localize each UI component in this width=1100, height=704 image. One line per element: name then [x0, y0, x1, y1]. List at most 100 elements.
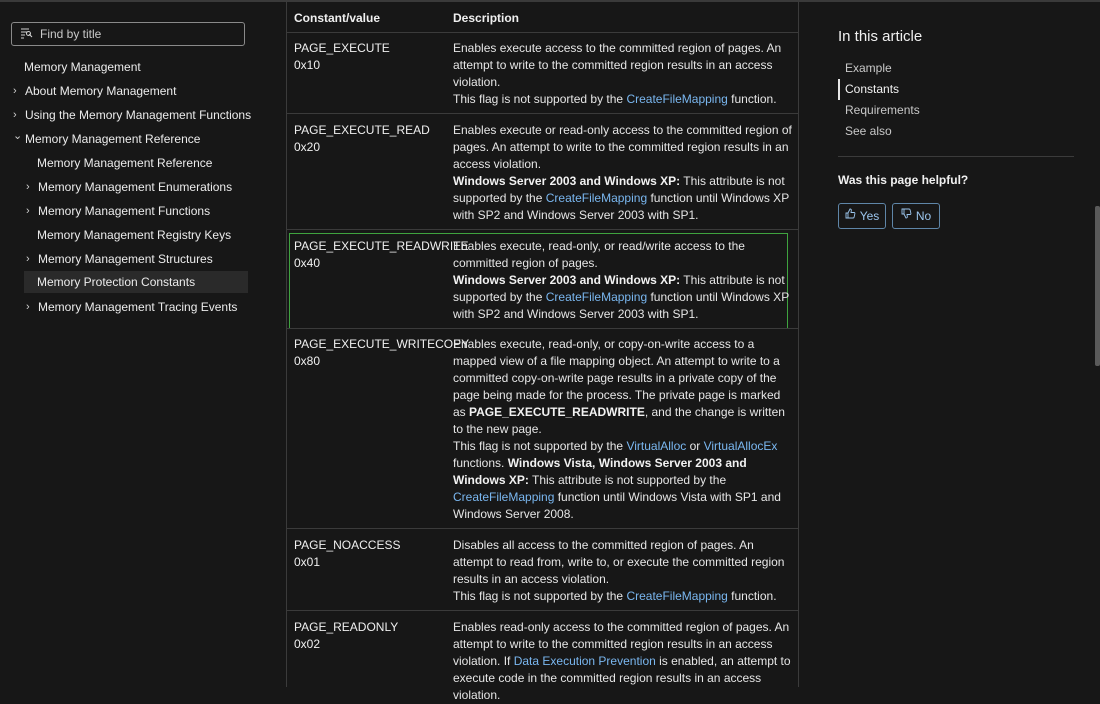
article-nav: Example Constants Requirements See also	[838, 58, 1074, 142]
article-link-requirements[interactable]: Requirements	[838, 100, 1074, 121]
yes-button[interactable]: Yes	[838, 203, 886, 229]
toc-memory-management[interactable]: Memory Management	[24, 56, 141, 78]
table-row: PAGE_EXECUTE_READWRITE 0x40	[294, 238, 469, 272]
no-button[interactable]: No	[892, 203, 940, 229]
column-header-description: Description	[453, 11, 520, 25]
yes-label: Yes	[859, 208, 880, 223]
toc-about-memory-management[interactable]: › About Memory Management	[13, 80, 176, 102]
toc-registry-keys[interactable]: Memory Management Registry Keys	[37, 224, 231, 246]
description-bold: PAGE_EXECUTE_READWRITE	[469, 405, 645, 419]
constant-name: PAGE_NOACCESS	[294, 538, 401, 552]
article-link-example[interactable]: Example	[838, 58, 1074, 79]
constant-name: PAGE_EXECUTE	[294, 41, 390, 55]
row-divider	[286, 610, 798, 611]
description-bold: Windows Server 2003 and Windows XP:	[453, 273, 681, 287]
in-this-article-heading: In this article	[838, 28, 923, 45]
filter-icon	[20, 28, 34, 40]
row-description: Enables execute or read-only access to t…	[453, 122, 793, 224]
row-divider	[286, 528, 798, 529]
createfilemapping-link[interactable]: CreateFileMapping	[546, 290, 647, 304]
table-row: PAGE_EXECUTE 0x10	[294, 40, 444, 74]
toc-label: Memory Management Functions	[38, 203, 211, 218]
description-text: This flag is not supported by the	[453, 439, 627, 453]
virtualallocex-link[interactable]: VirtualAllocEx	[704, 439, 778, 453]
constant-value: 0x10	[294, 58, 321, 72]
row-description: Disables all access to the committed reg…	[453, 537, 793, 605]
chevron-right-icon: ›	[13, 84, 17, 97]
constant-name: PAGE_EXECUTE_READ	[294, 123, 430, 137]
description-bold: Windows Server 2003 and Windows XP:	[453, 174, 681, 188]
row-divider	[286, 113, 798, 114]
constant-name: PAGE_EXECUTE_READWRITE	[294, 239, 469, 253]
right-divider	[838, 156, 1074, 157]
createfilemapping-link[interactable]: CreateFileMapping	[626, 92, 727, 106]
toc-structures[interactable]: › Memory Management Structures	[26, 248, 213, 270]
chevron-right-icon: ›	[26, 180, 30, 193]
toc-label: Memory Management Registry Keys	[37, 227, 232, 242]
toc-functions[interactable]: › Memory Management Functions	[26, 200, 210, 222]
toc-using-functions[interactable]: › Using the Memory Management Functions	[13, 104, 251, 126]
description-text: This flag is not supported by the	[453, 92, 627, 106]
constant-name: PAGE_READONLY	[294, 620, 399, 634]
toc-label: Memory Management Reference	[25, 131, 201, 146]
row-description: Enables execute, read-only, or copy-on-w…	[453, 336, 793, 523]
row-description: Enables execute, read-only, or read/writ…	[453, 238, 793, 323]
toc-label: Memory Management Enumerations	[38, 179, 233, 194]
table-row: PAGE_EXECUTE_READ 0x20	[294, 122, 444, 156]
toc-tracing-events[interactable]: › Memory Management Tracing Events	[26, 296, 237, 318]
description-text: Disables all access to the committed reg…	[453, 538, 785, 586]
chevron-right-icon: ›	[13, 108, 17, 121]
sidebar-toc: Memory Management › About Memory Managem…	[0, 0, 260, 687]
table-row: PAGE_READONLY 0x02	[294, 619, 444, 653]
description-text: functions.	[453, 456, 508, 470]
description-text: This attribute is not supported by the	[528, 473, 727, 487]
thumbs-down-icon	[901, 208, 912, 225]
toc-enumerations[interactable]: › Memory Management Enumerations	[26, 176, 232, 198]
createfilemapping-link[interactable]: CreateFileMapping	[626, 589, 727, 603]
article-link-constants[interactable]: Constants	[838, 79, 1074, 100]
no-label: No	[915, 208, 932, 223]
toc-protection-constants[interactable]: Memory Protection Constants	[24, 271, 248, 293]
toc-reference[interactable]: ⌄ Memory Management Reference	[13, 128, 200, 150]
chevron-down-icon: ⌄	[13, 129, 23, 142]
toc-label: Memory Management Reference	[37, 155, 213, 170]
table-row: PAGE_EXECUTE_WRITECOPY 0x80	[294, 336, 470, 370]
description-text: function.	[727, 589, 777, 603]
article-link-see-also[interactable]: See also	[838, 121, 1074, 142]
description-text: function.	[727, 92, 777, 106]
data-execution-prevention-link[interactable]: Data Execution Prevention	[514, 654, 656, 668]
constant-value: 0x02	[294, 637, 321, 651]
description-text: Enables execute, read-only, or read/writ…	[453, 239, 745, 270]
row-divider	[286, 229, 798, 230]
chevron-right-icon: ›	[26, 300, 30, 313]
table-border-right	[798, 0, 799, 687]
createfilemapping-link[interactable]: CreateFileMapping	[546, 191, 647, 205]
row-description: Enables read-only access to the committe…	[453, 619, 793, 704]
description-text: Enables execute or read-only access to t…	[453, 123, 792, 171]
header-divider	[286, 32, 798, 33]
toc-label: Memory Management	[24, 59, 141, 74]
constant-value: 0x40	[294, 256, 321, 270]
row-description: Enables execute access to the committed …	[453, 40, 793, 108]
constant-value: 0x01	[294, 555, 321, 569]
toc-label: Memory Management Structures	[38, 251, 213, 266]
chevron-right-icon: ›	[26, 252, 30, 265]
description-text: Enables execute access to the committed …	[453, 41, 782, 89]
column-header-constant: Constant/value	[294, 11, 381, 25]
description-text: This flag is not supported by the	[453, 589, 627, 603]
virtualalloc-link[interactable]: VirtualAlloc	[626, 439, 686, 453]
createfilemapping-link[interactable]: CreateFileMapping	[453, 490, 554, 504]
thumbs-up-icon	[845, 208, 856, 225]
toc-label: Memory Management Tracing Events	[38, 299, 238, 314]
table-border-left	[286, 0, 287, 687]
page-scrollbar[interactable]	[1095, 206, 1100, 366]
toc-label: Using the Memory Management Functions	[25, 107, 252, 122]
filter-input[interactable]	[40, 27, 230, 41]
helpful-question: Was this page helpful?	[838, 173, 969, 187]
toc-label: About Memory Management	[25, 83, 177, 98]
filter-box[interactable]	[11, 22, 245, 46]
constant-value: 0x80	[294, 354, 321, 368]
constant-name: PAGE_EXECUTE_WRITECOPY	[294, 337, 470, 351]
row-divider	[286, 328, 798, 329]
toc-reference-page[interactable]: Memory Management Reference	[37, 152, 212, 174]
